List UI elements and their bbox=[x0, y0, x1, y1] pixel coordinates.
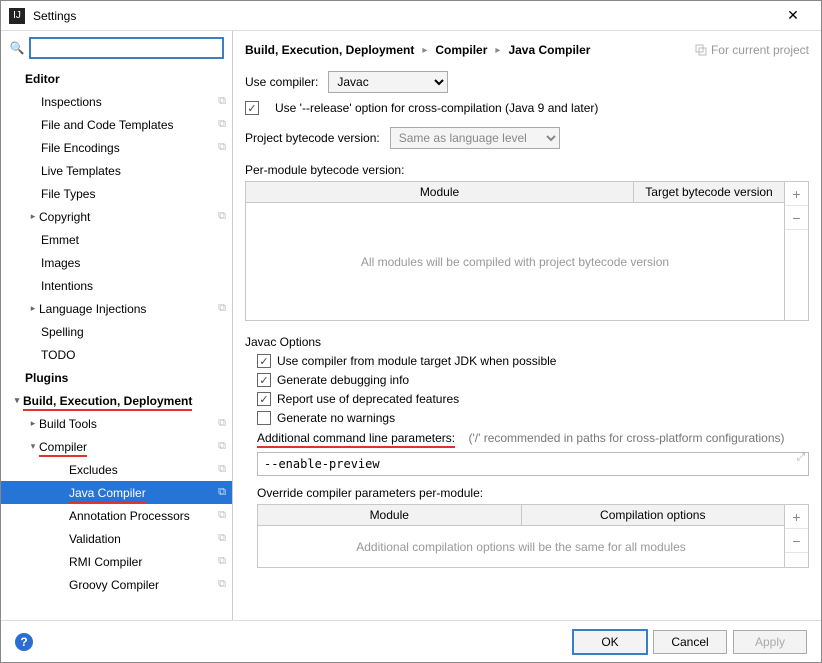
add-override-button[interactable]: + bbox=[785, 505, 808, 529]
ok-button[interactable]: OK bbox=[573, 630, 647, 654]
apply-button[interactable]: Apply bbox=[733, 630, 807, 654]
breadcrumb-a[interactable]: Build, Execution, Deployment bbox=[245, 43, 414, 57]
copy-icon: ⧉ bbox=[218, 95, 226, 108]
tree-annotation-processors[interactable]: Annotation Processors⧉ bbox=[1, 504, 232, 527]
debug-checkbox[interactable]: ✓ bbox=[257, 373, 271, 387]
copy-icon: ⧉ bbox=[218, 578, 226, 591]
tree-plugins[interactable]: Plugins bbox=[1, 366, 232, 389]
module-header: Module bbox=[246, 182, 634, 202]
chevron-right-icon: ▸ bbox=[27, 303, 39, 314]
project-bytecode-label: Project bytecode version: bbox=[245, 131, 380, 145]
override-label: Override compiler parameters per-module: bbox=[257, 486, 809, 500]
tree-build-tools[interactable]: ▸Build Tools⧉ bbox=[1, 412, 232, 435]
target-jdk-checkbox[interactable]: ✓ bbox=[257, 354, 271, 368]
tree-bed[interactable]: ▾Build, Execution, Deployment bbox=[1, 389, 232, 412]
tree-images[interactable]: Images bbox=[1, 251, 232, 274]
titlebar: IJ Settings ✕ bbox=[1, 1, 821, 31]
add-module-button[interactable]: + bbox=[785, 182, 808, 206]
copy-icon: ⧉ bbox=[218, 509, 226, 522]
help-button[interactable]: ? bbox=[15, 633, 33, 651]
tree-excludes[interactable]: Excludes⧉ bbox=[1, 458, 232, 481]
copy-icon: ⧉ bbox=[218, 141, 226, 154]
tree-compiler[interactable]: ▾Compiler⧉ bbox=[1, 435, 232, 458]
release-option-checkbox[interactable]: ✓ bbox=[245, 101, 259, 115]
tree-editor[interactable]: Editor bbox=[1, 67, 232, 90]
copy-icon: ⧉ bbox=[218, 302, 226, 315]
chevron-down-icon: ▾ bbox=[27, 441, 39, 452]
copy-icon: ⧉ bbox=[218, 440, 226, 453]
chevron-right-icon: ▸ bbox=[27, 418, 39, 429]
tree-inspections[interactable]: Inspections⧉ bbox=[1, 90, 232, 113]
copy-icon: ⧉ bbox=[218, 463, 226, 476]
copy-icon: ⧉ bbox=[218, 532, 226, 545]
tree-emmet[interactable]: Emmet bbox=[1, 228, 232, 251]
javac-section-label: Javac Options bbox=[245, 335, 809, 349]
params-label: Additional command line parameters: bbox=[257, 431, 455, 448]
override-table: Module Compilation options Additional co… bbox=[257, 504, 809, 568]
for-current-project: For current project bbox=[695, 43, 809, 57]
copy-icon: ⧉ bbox=[218, 210, 226, 223]
copy-icon: ⧉ bbox=[218, 555, 226, 568]
deprecated-checkbox[interactable]: ✓ bbox=[257, 392, 271, 406]
tree-file-encodings[interactable]: File Encodings⧉ bbox=[1, 136, 232, 159]
cancel-button[interactable]: Cancel bbox=[653, 630, 727, 654]
override-h2: Compilation options bbox=[522, 505, 785, 525]
tree-validation[interactable]: Validation⧉ bbox=[1, 527, 232, 550]
window-title: Settings bbox=[33, 9, 773, 23]
release-option-label: Use '--release' option for cross-compila… bbox=[275, 101, 598, 115]
copy-icon: ⧉ bbox=[218, 486, 226, 499]
per-module-table: Module Target bytecode version All modul… bbox=[245, 181, 809, 321]
chevron-right-icon: ▸ bbox=[422, 45, 427, 56]
override-h1: Module bbox=[258, 505, 522, 525]
chevron-down-icon: ▾ bbox=[11, 395, 23, 406]
chevron-right-icon: ▸ bbox=[495, 45, 500, 56]
search-input[interactable] bbox=[29, 37, 224, 59]
tree-copyright[interactable]: ▸Copyright⧉ bbox=[1, 205, 232, 228]
nowarn-checkbox[interactable] bbox=[257, 411, 271, 425]
per-module-label: Per-module bytecode version: bbox=[245, 163, 809, 177]
tree-file-code-templates[interactable]: File and Code Templates⧉ bbox=[1, 113, 232, 136]
nowarn-label: Generate no warnings bbox=[277, 411, 395, 425]
tree-java-compiler[interactable]: Java Compiler⧉ bbox=[1, 481, 232, 504]
copy-icon: ⧉ bbox=[218, 118, 226, 131]
tree-intentions[interactable]: Intentions bbox=[1, 274, 232, 297]
target-jdk-label: Use compiler from module target JDK when… bbox=[277, 354, 556, 368]
use-compiler-label: Use compiler: bbox=[245, 75, 318, 89]
copy-icon bbox=[695, 44, 707, 56]
tree-groovy-compiler[interactable]: Groovy Compiler⧉ bbox=[1, 573, 232, 596]
tree-rmi-compiler[interactable]: RMI Compiler⧉ bbox=[1, 550, 232, 573]
tree-todo[interactable]: TODO bbox=[1, 343, 232, 366]
expand-icon[interactable]: ⤢ bbox=[797, 452, 805, 463]
deprecated-label: Report use of deprecated features bbox=[277, 392, 459, 406]
copy-icon: ⧉ bbox=[218, 417, 226, 430]
remove-module-button[interactable]: − bbox=[785, 206, 808, 230]
settings-tree[interactable]: Editor Inspections⧉ File and Code Templa… bbox=[1, 65, 232, 620]
tree-file-types[interactable]: File Types bbox=[1, 182, 232, 205]
close-button[interactable]: ✕ bbox=[773, 2, 813, 30]
override-empty: Additional compilation options will be t… bbox=[258, 526, 784, 567]
target-header: Target bytecode version bbox=[634, 182, 784, 202]
search-icon: 🔍 bbox=[9, 41, 25, 55]
tree-spelling[interactable]: Spelling bbox=[1, 320, 232, 343]
params-hint: ('/' recommended in paths for cross-plat… bbox=[468, 431, 784, 445]
remove-override-button[interactable]: − bbox=[785, 529, 808, 553]
chevron-right-icon: ▸ bbox=[27, 211, 39, 222]
breadcrumb-c: Java Compiler bbox=[508, 43, 590, 57]
app-icon: IJ bbox=[9, 8, 25, 24]
params-input[interactable] bbox=[257, 452, 809, 476]
breadcrumb-b[interactable]: Compiler bbox=[435, 43, 487, 57]
module-table-empty: All modules will be compiled with projec… bbox=[246, 203, 784, 320]
tree-live-templates[interactable]: Live Templates bbox=[1, 159, 232, 182]
use-compiler-select[interactable]: Javac bbox=[328, 71, 448, 93]
debug-label: Generate debugging info bbox=[277, 373, 409, 387]
tree-language-injections[interactable]: ▸Language Injections⧉ bbox=[1, 297, 232, 320]
project-bytecode-select[interactable]: Same as language level bbox=[390, 127, 560, 149]
breadcrumb: Build, Execution, Deployment ▸ Compiler … bbox=[245, 39, 809, 67]
